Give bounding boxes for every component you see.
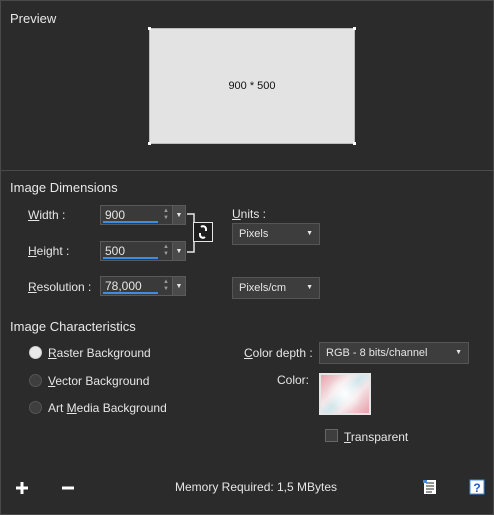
preview-corner bbox=[148, 142, 151, 145]
transparent-checkbox[interactable] bbox=[325, 429, 338, 442]
image-characteristics-title: Image Characteristics bbox=[10, 319, 136, 334]
preview-corner bbox=[353, 142, 356, 145]
width-value[interactable]: 900 bbox=[101, 206, 160, 224]
help-icon[interactable]: ? bbox=[469, 479, 485, 495]
preset-icon[interactable] bbox=[422, 479, 438, 495]
resolution-dropdown-button[interactable]: ▼ bbox=[172, 277, 185, 295]
preview-corner bbox=[148, 27, 151, 30]
height-label: Height : bbox=[28, 244, 70, 258]
resolution-value[interactable]: 78,000 bbox=[101, 277, 160, 295]
memory-required-label: Memory Required: bbox=[175, 480, 274, 494]
link-icon[interactable] bbox=[193, 222, 213, 242]
preview-title: Preview bbox=[10, 11, 57, 26]
height-stepper[interactable]: ▲ ▼ bbox=[160, 242, 172, 260]
section-spacer bbox=[1, 310, 493, 311]
resolution-units-value: Pixels/cm bbox=[239, 282, 287, 294]
art-media-background-radio[interactable] bbox=[29, 401, 42, 414]
minus-icon[interactable] bbox=[60, 480, 76, 496]
width-label: Width : bbox=[28, 208, 66, 222]
color-swatch[interactable] bbox=[319, 373, 371, 415]
resolution-field[interactable]: 78,000 ▲ ▼ ▼ bbox=[100, 276, 186, 296]
color-depth-label: Color depth : bbox=[244, 346, 313, 360]
resolution-label: Resolution : bbox=[28, 280, 92, 294]
units-select[interactable]: Pixels ▼ bbox=[232, 223, 320, 245]
color-depth-value: RGB - 8 bits/channel bbox=[326, 347, 428, 359]
chevron-down-icon: ▼ bbox=[306, 230, 313, 237]
preview-corner bbox=[353, 27, 356, 30]
image-dimensions-title: Image Dimensions bbox=[10, 180, 118, 195]
plus-icon[interactable] bbox=[14, 480, 30, 496]
resolution-units-select[interactable]: Pixels/cm ▼ bbox=[232, 277, 320, 299]
width-field[interactable]: 900 ▲ ▼ ▼ bbox=[100, 205, 186, 225]
preview-canvas: 900 * 500 bbox=[149, 28, 355, 144]
chevron-down-icon: ▼ bbox=[306, 284, 313, 291]
width-dropdown-button[interactable]: ▼ bbox=[172, 206, 185, 224]
units-value: Pixels bbox=[239, 228, 269, 240]
resolution-stepper[interactable]: ▲ ▼ bbox=[160, 277, 172, 295]
art-media-background-label[interactable]: Art Media Background bbox=[48, 401, 167, 415]
vector-background-label[interactable]: Vector Background bbox=[48, 374, 149, 388]
color-depth-select[interactable]: RGB - 8 bits/channel ▼ bbox=[319, 342, 469, 364]
chevron-down-icon: ▼ bbox=[455, 349, 462, 356]
section-divider bbox=[1, 170, 493, 171]
raster-background-label[interactable]: Raster Background bbox=[48, 346, 151, 360]
vector-background-radio[interactable] bbox=[29, 374, 42, 387]
svg-text:?: ? bbox=[473, 481, 480, 495]
preview-dimensions: 900 * 500 bbox=[228, 80, 276, 92]
transparent-label[interactable]: Transparent bbox=[344, 430, 408, 444]
height-field[interactable]: 500 ▲ ▼ ▼ bbox=[100, 241, 186, 261]
height-value[interactable]: 500 bbox=[101, 242, 160, 260]
height-dropdown-button[interactable]: ▼ bbox=[172, 242, 185, 260]
color-label: Color: bbox=[277, 373, 310, 387]
units-label: Units : bbox=[232, 207, 267, 221]
raster-background-radio[interactable] bbox=[29, 346, 42, 359]
memory-required-value: 1,5 MBytes bbox=[277, 480, 338, 494]
width-stepper[interactable]: ▲ ▼ bbox=[160, 206, 172, 224]
